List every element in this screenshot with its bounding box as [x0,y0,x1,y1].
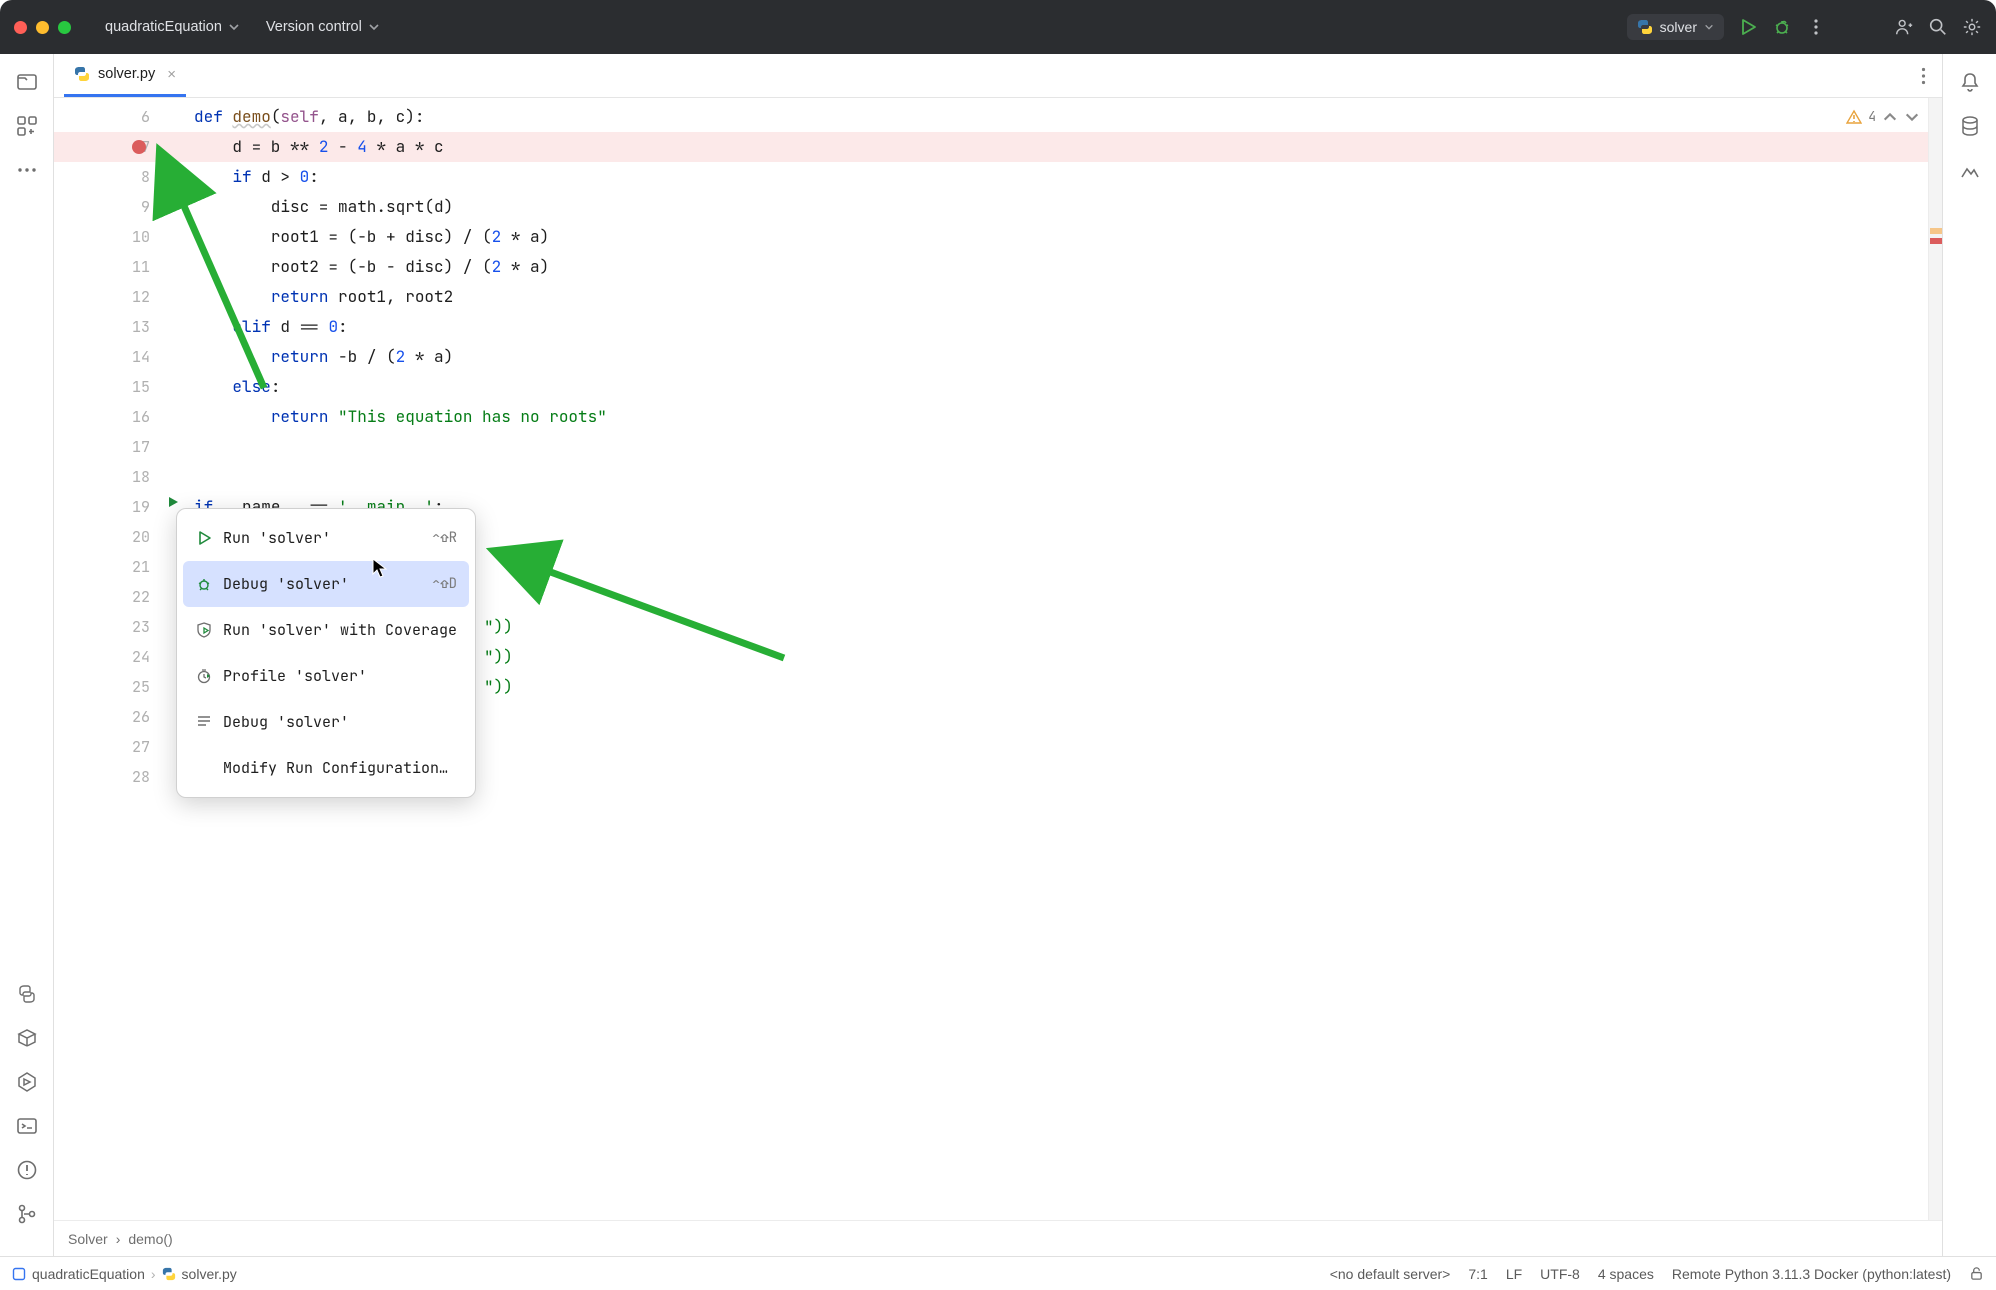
breadcrumbs[interactable]: Solver › demo() [54,1220,1942,1256]
titlebar: quadraticEquation Version control solver [0,0,1996,54]
status-bar: quadraticEquation › solver.py <no defaul… [0,1256,1996,1290]
window-controls [14,21,71,34]
run-button[interactable] [1738,17,1758,37]
collab-icon[interactable] [1894,17,1914,37]
vcs-dropdown[interactable]: Version control [260,15,386,39]
status-encoding[interactable]: UTF-8 [1540,1266,1580,1282]
menu-modify-config[interactable]: Modify Run Configuration… [183,745,469,791]
mouse-cursor-icon [372,558,388,578]
python-console-button[interactable] [13,982,41,1006]
menu-debug-solver-2[interactable]: Debug 'solver' [183,699,469,745]
notifications-button[interactable] [1956,70,1984,94]
search-icon[interactable] [1928,17,1948,37]
list-icon [195,713,213,731]
sciview-button[interactable] [1956,158,1984,182]
run-gutter-icon[interactable] [166,495,180,509]
gutter[interactable]: 6789101112131415161718192021222324252627… [54,98,162,1220]
menu-profile-solver[interactable]: Profile 'solver' [183,653,469,699]
main-area: solver.py × 4 6789101112131415161718192 [0,54,1996,1256]
database-button[interactable] [1956,114,1984,138]
editor-scrollbar[interactable] [1928,98,1942,1220]
project-dropdown[interactable]: quadraticEquation [99,15,246,39]
run-config-label: solver [1660,19,1697,35]
file-tab-solver[interactable]: solver.py × [64,54,186,97]
close-window-button[interactable] [14,21,27,34]
run-config-selector[interactable]: solver [1627,14,1724,40]
status-indent[interactable]: 4 spaces [1598,1266,1654,1282]
more-actions-button[interactable] [1806,17,1826,37]
packages-button[interactable] [13,1026,41,1050]
menu-run-coverage[interactable]: Run 'solver' with Coverage [183,607,469,653]
status-caret-pos[interactable]: 7:1 [1468,1266,1487,1282]
crumb-class[interactable]: Solver [68,1231,108,1247]
crumb-separator: › [116,1231,121,1247]
clock-icon [195,667,213,685]
vcs-label: Version control [266,19,362,35]
python-icon [162,1267,176,1281]
vcs-button[interactable] [13,1202,41,1226]
python-icon [74,66,90,82]
scrollbar-error-mark [1930,238,1942,244]
editor-tabs-more-button[interactable] [1915,67,1932,85]
problems-button[interactable] [13,1158,41,1182]
run-context-menu: Run 'solver' ⌃⇧R Debug 'solver' ⌃⇧D Run … [176,508,476,798]
line-numbers: 6789101112131415161718192021222324252627… [54,98,162,792]
settings-icon[interactable] [1962,17,1982,37]
chevron-down-icon [228,21,240,33]
debug-button[interactable] [1772,17,1792,37]
minimize-window-button[interactable] [36,21,49,34]
scrollbar-warning-mark [1930,228,1942,234]
python-icon [1637,19,1653,35]
breakpoint-marker[interactable] [132,140,146,154]
crumb-method[interactable]: demo() [128,1231,172,1247]
module-icon [12,1267,26,1281]
services-button[interactable] [13,1070,41,1094]
status-interpreter[interactable]: Remote Python 3.11.3 Docker (python:late… [1672,1266,1951,1282]
play-icon [195,529,213,547]
project-name: quadraticEquation [105,19,222,35]
toolbar-right: solver [1627,14,1982,40]
menu-debug-solver[interactable]: Debug 'solver' ⌃⇧D [183,561,469,607]
terminal-button[interactable] [13,1114,41,1138]
bug-icon [195,575,213,593]
menu-run-solver[interactable]: Run 'solver' ⌃⇧R [183,515,469,561]
editor-tabs: solver.py × [54,54,1942,98]
status-server[interactable]: <no default server> [1330,1266,1451,1282]
shield-icon [195,621,213,639]
structure-tool-button[interactable] [13,114,41,138]
chevron-down-icon [1704,22,1714,32]
tab-filename: solver.py [98,66,155,82]
status-project[interactable]: quadraticEquation › solver.py [12,1266,237,1282]
editor-area: solver.py × 4 6789101112131415161718192 [54,54,1942,1256]
status-line-sep[interactable]: LF [1506,1266,1522,1282]
chevron-down-icon [368,21,380,33]
left-sidebar [0,54,54,1256]
code-editor[interactable]: 4 67891011121314151617181920212223242526… [54,98,1942,1220]
right-sidebar [1942,54,1996,1256]
project-tool-button[interactable] [13,70,41,94]
more-tool-button[interactable] [13,158,41,182]
close-tab-icon[interactable]: × [167,66,176,83]
status-lock-icon[interactable] [1969,1266,1984,1281]
maximize-window-button[interactable] [58,21,71,34]
